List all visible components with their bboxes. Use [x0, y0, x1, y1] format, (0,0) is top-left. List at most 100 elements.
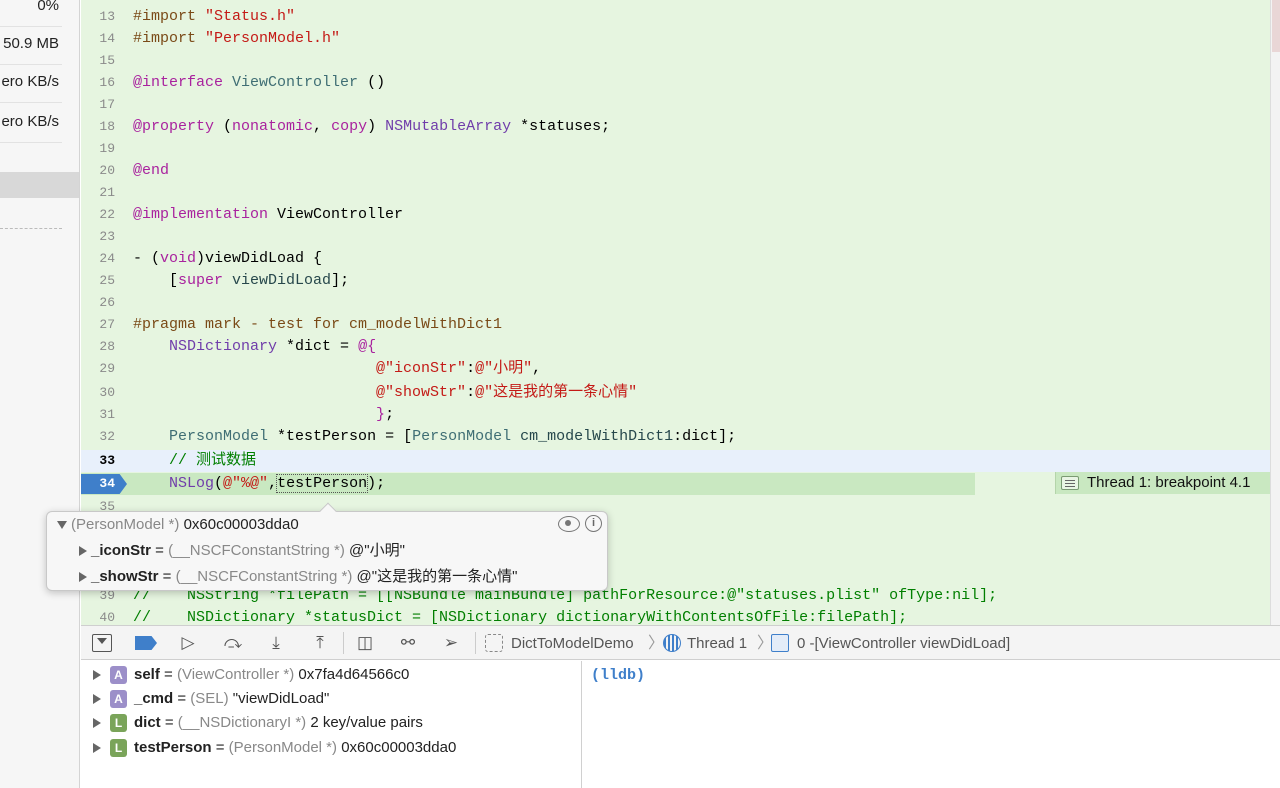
crumb-project[interactable]: DictToModelDemo [511, 626, 634, 661]
code-line[interactable]: 16 @interface ViewController () [81, 72, 1270, 94]
code-line[interactable]: 25 [super viewDidLoad]; [81, 270, 1270, 292]
disk-gauge[interactable]: ero KB/s [0, 64, 79, 102]
code-token: "PersonModel.h" [205, 30, 341, 47]
code-text: @end [133, 160, 169, 182]
variable-row[interactable]: A self = (ViewController *) 0x7fa4d64566… [81, 663, 581, 687]
code-token: : [466, 384, 476, 401]
code-text: #import "Status.h" [133, 6, 295, 28]
code-token: @"这是我的第一条心情" [475, 384, 638, 401]
code-token: ViewController [268, 206, 404, 223]
thread-breakpoint-annotation[interactable]: Thread 1: breakpoint 4.1 [1055, 472, 1270, 494]
code-line[interactable]: 20 @end [81, 160, 1270, 182]
disclosure-right-icon[interactable] [93, 694, 101, 704]
code-text: #import "PersonModel.h" [133, 28, 340, 50]
step-out-icon[interactable]: ⤒ [309, 633, 331, 653]
code-token: [ [133, 272, 179, 289]
stack-frame-icon [771, 634, 789, 652]
code-token: ; [385, 406, 395, 423]
local-badge-icon: L [110, 714, 127, 732]
popover-row-showstr[interactable]: _showStr = (__NSCFConstantString *) @"这是… [79, 565, 517, 589]
code-line[interactable]: 17 [81, 94, 1270, 116]
memory-gauge[interactable]: 50.9 MB [0, 26, 79, 64]
code-text: }; [133, 404, 394, 426]
code-line[interactable]: 31 }; [81, 404, 1270, 426]
info-icon[interactable]: i [585, 515, 602, 532]
lldb-console[interactable]: (lldb) [583, 661, 1270, 788]
crumb-frame[interactable]: 0 -[ViewController viewDidLoad] [797, 626, 1010, 661]
code-line[interactable]: 26 [81, 292, 1270, 314]
code-token: *statuses; [511, 118, 611, 135]
code-line[interactable]: 30 @"showStr":@"这是我的第一条心情" [81, 382, 1270, 404]
line-number: 30 [99, 385, 115, 400]
code-line[interactable]: 22 @implementation ViewController [81, 204, 1270, 226]
argument-badge-icon: A [110, 666, 127, 684]
hide-debug-area-icon[interactable] [92, 634, 112, 652]
code-text: - (void)viewDidLoad { [133, 248, 322, 270]
disclosure-right-icon[interactable] [93, 718, 101, 728]
code-line[interactable]: 23 [81, 226, 1270, 248]
code-line[interactable]: 33 // 测试数据 [81, 450, 1270, 472]
disclosure-down-icon[interactable] [57, 521, 67, 530]
continue-icon[interactable]: ▷ [177, 633, 199, 653]
code-token: testPerson [276, 474, 369, 493]
debug-toolbar: ▷ ⤼ ⤓ ⤒ ◫ ⚯ ➢ DictToModelDemo 〉 Thread 1… [81, 625, 1280, 660]
code-line[interactable]: 40 // NSDictionary *statusDict = [NSDicti… [81, 607, 1270, 625]
annotation-lines-icon [1061, 476, 1079, 490]
step-into-icon[interactable]: ⤓ [265, 633, 287, 653]
cpu-gauge[interactable]: 0% [0, 0, 79, 26]
selected-gauge-row[interactable] [0, 172, 79, 198]
code-text: #pragma mark - test for cm_modelWithDict… [133, 314, 502, 336]
variable-row[interactable]: L testPerson = (PersonModel *) 0x60c0000… [81, 736, 581, 760]
code-token: ]; [331, 272, 350, 289]
view-debugger-icon[interactable]: ◫ [354, 633, 376, 653]
code-line[interactable]: 19 [81, 138, 1270, 160]
code-line[interactable]: 29 @"iconStr":@"小明", [81, 358, 1270, 380]
code-line[interactable]: 34 NSLog(@"%@",testPerson); [81, 473, 975, 495]
crumb-thread[interactable]: Thread 1 [687, 626, 747, 661]
line-number: 31 [99, 407, 115, 422]
disclosure-right-icon[interactable] [79, 546, 87, 557]
code-token: PersonModel [169, 428, 269, 445]
code-token: )viewDidLoad { [196, 250, 323, 267]
disclosure-right-icon[interactable] [93, 743, 101, 753]
line-number: 25 [99, 273, 115, 288]
code-line[interactable]: 28 NSDictionary *dict = @{ [81, 336, 1270, 358]
simulate-location-icon[interactable]: ➢ [440, 633, 462, 653]
disclosure-right-icon[interactable] [79, 572, 87, 583]
disclosure-right-icon[interactable] [93, 670, 101, 680]
code-token: *dict = [277, 338, 359, 355]
code-token: @"小明" [475, 360, 533, 377]
code-line[interactable]: 14 #import "PersonModel.h" [81, 28, 1270, 50]
code-line[interactable]: 24 - (void)viewDidLoad { [81, 248, 1270, 270]
code-token: copy [331, 118, 368, 135]
quick-look-eye-icon[interactable] [558, 516, 580, 532]
variable-row[interactable]: L dict = (__NSDictionaryI *) 2 key/value… [81, 711, 581, 735]
debug-gauges-sidebar: 0% 50.9 MB ero KB/s ero KB/s [0, 0, 80, 788]
line-number: 28 [99, 339, 115, 354]
network-gauge[interactable]: ero KB/s [0, 104, 79, 142]
variable-row[interactable]: A _cmd = (SEL) "viewDidLoad" [81, 687, 581, 711]
variable-inspector-popover[interactable]: (PersonModel *) 0x60c00003dda0 i _iconSt… [46, 502, 608, 591]
code-line[interactable]: 21 [81, 182, 1270, 204]
step-over-icon[interactable]: ⤼ [222, 633, 244, 653]
breakpoints-toggle-icon[interactable] [135, 636, 157, 650]
line-number: 18 [99, 119, 115, 134]
code-line[interactable]: 18 @property (nonatomic, copy) NSMutableA… [81, 116, 1270, 138]
memory-graph-icon[interactable]: ⚯ [397, 633, 419, 653]
code-text: @"showStr":@"这是我的第一条心情" [133, 382, 637, 404]
code-line[interactable]: 15 [81, 50, 1270, 72]
code-text: // 测试数据 [133, 450, 256, 472]
variables-view[interactable]: A self = (ViewController *) 0x7fa4d64566… [81, 661, 582, 788]
editor-scroll-gutter[interactable] [1270, 0, 1280, 625]
popover-header-row[interactable]: (PersonModel *) 0x60c00003dda0 [57, 513, 299, 537]
popover-row-iconstr[interactable]: _iconStr = (__NSCFConstantString *) @"小明… [79, 539, 405, 563]
code-line[interactable]: 32 PersonModel *testPerson = [PersonMode… [81, 426, 1270, 448]
code-text: NSLog(@"%@",testPerson); [133, 473, 385, 495]
code-line[interactable]: 13 #import "Status.h" [81, 6, 1270, 28]
line-number: 13 [99, 9, 115, 24]
code-line[interactable]: 27 #pragma mark - test for cm_modelWithDi… [81, 314, 1270, 336]
